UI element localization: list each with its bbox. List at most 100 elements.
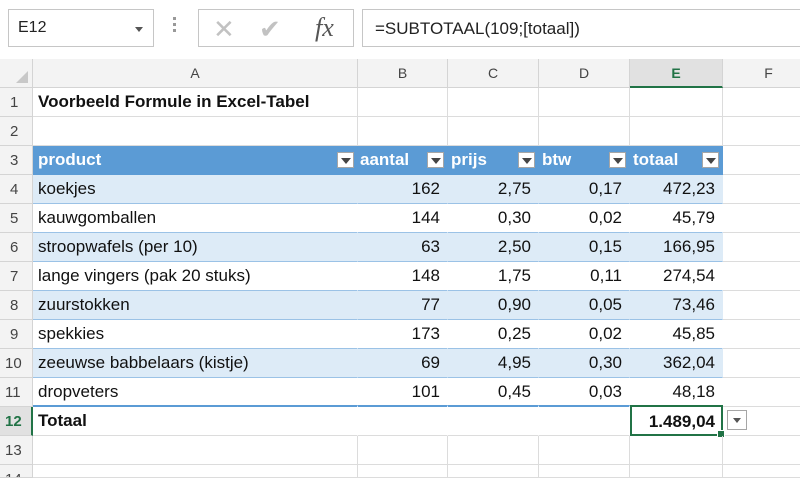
table-cell[interactable]: 2,75 [448,175,539,204]
cell[interactable] [539,88,630,117]
cell[interactable] [539,117,630,146]
cell[interactable] [723,233,800,262]
table-cell[interactable]: 0,11 [539,262,630,291]
row-header-4[interactable]: 4 [0,175,33,204]
table-cell[interactable]: koekjes [33,175,358,204]
table-cell[interactable]: zeeuwse babbelaars (kistje) [33,349,358,378]
cell[interactable] [723,146,800,175]
table-cell[interactable]: 1,75 [448,262,539,291]
cell[interactable] [448,465,539,478]
cell[interactable] [358,436,448,465]
check-icon[interactable]: ✔ [259,16,281,42]
table-cell[interactable]: 0,02 [539,204,630,233]
row-header-12[interactable]: 12 [0,407,33,436]
table-cell[interactable]: kauwgomballen [33,204,358,233]
row-header-14[interactable]: 14 [0,465,33,478]
name-box[interactable]: E12 [8,9,154,47]
total-value-cell[interactable]: 1.489,04 [630,405,723,436]
cell[interactable] [448,436,539,465]
table-cell[interactable]: 0,17 [539,175,630,204]
table-header-prijs[interactable]: prijs [448,146,539,175]
total-function-dropdown[interactable] [727,410,747,430]
table-cell[interactable]: stroopwafels (per 10) [33,233,358,262]
filter-dropdown-icon[interactable] [702,152,719,168]
table-header-product[interactable]: product [33,146,358,175]
cell[interactable] [630,436,723,465]
table-cell[interactable]: 0,02 [539,320,630,349]
cell[interactable] [539,436,630,465]
table-header-btw[interactable]: btw [539,146,630,175]
table-cell[interactable]: 45,85 [630,320,723,349]
cell[interactable] [723,320,800,349]
table-cell[interactable] [539,405,630,436]
cell[interactable] [358,465,448,478]
table-cell[interactable]: 362,04 [630,349,723,378]
table-cell[interactable] [358,405,448,436]
table-cell[interactable]: 101 [358,378,448,407]
cell[interactable] [630,88,723,117]
table-cell[interactable]: 0,30 [539,349,630,378]
row-header-13[interactable]: 13 [0,436,33,465]
table-cell[interactable]: dropveters [33,378,358,407]
table-cell[interactable]: spekkies [33,320,358,349]
table-cell[interactable] [448,405,539,436]
cell[interactable] [723,175,800,204]
close-icon[interactable]: ✕ [213,16,235,42]
cell[interactable] [630,117,723,146]
table-header-aantal[interactable]: aantal [358,146,448,175]
table-cell[interactable]: 472,23 [630,175,723,204]
table-cell[interactable]: 166,95 [630,233,723,262]
cell[interactable] [358,117,448,146]
cell[interactable] [33,436,358,465]
cell[interactable] [723,291,800,320]
row-header-7[interactable]: 7 [0,262,33,291]
cell[interactable] [33,465,358,478]
table-cell[interactable]: zuurstokken [33,291,358,320]
table-cell[interactable]: 48,18 [630,378,723,407]
cell[interactable] [33,117,358,146]
chevron-down-icon[interactable] [135,27,143,32]
filter-dropdown-icon[interactable] [427,152,444,168]
insert-function-icon[interactable]: fx [315,13,334,43]
table-cell[interactable]: 144 [358,204,448,233]
row-header-2[interactable]: 2 [0,117,33,146]
column-header-f[interactable]: F [723,59,800,88]
total-label-cell[interactable]: Totaal [33,405,358,436]
row-header-6[interactable]: 6 [0,233,33,262]
table-header-totaal[interactable]: totaal [630,146,723,175]
cell[interactable] [723,88,800,117]
cell[interactable] [723,465,800,478]
filter-dropdown-icon[interactable] [337,152,354,168]
select-all-corner[interactable] [0,59,33,88]
row-header-3[interactable]: 3 [0,146,33,175]
cell[interactable] [539,465,630,478]
cell[interactable] [723,204,800,233]
table-cell[interactable]: 4,95 [448,349,539,378]
column-header-a[interactable]: A [33,59,358,88]
row-header-11[interactable]: 11 [0,378,33,407]
column-header-b[interactable]: B [358,59,448,88]
cell[interactable] [723,262,800,291]
cell[interactable] [448,88,539,117]
cell[interactable] [723,117,800,146]
filter-dropdown-icon[interactable] [518,152,535,168]
table-cell[interactable]: 0,25 [448,320,539,349]
filter-dropdown-icon[interactable] [609,152,626,168]
row-header-8[interactable]: 8 [0,291,33,320]
row-header-5[interactable]: 5 [0,204,33,233]
table-cell[interactable]: 45,79 [630,204,723,233]
cell[interactable] [630,465,723,478]
table-cell[interactable]: 274,54 [630,262,723,291]
table-cell[interactable]: 63 [358,233,448,262]
cell[interactable] [448,117,539,146]
cell[interactable] [723,436,800,465]
table-cell[interactable]: lange vingers (pak 20 stuks) [33,262,358,291]
table-cell[interactable]: 73,46 [630,291,723,320]
row-header-10[interactable]: 10 [0,349,33,378]
table-cell[interactable]: 0,15 [539,233,630,262]
cell[interactable] [723,349,800,378]
table-cell[interactable]: 2,50 [448,233,539,262]
title-cell[interactable]: Voorbeeld Formule in Excel-Tabel [33,88,358,117]
table-cell[interactable]: 148 [358,262,448,291]
drag-handle-icon[interactable] [172,14,176,38]
